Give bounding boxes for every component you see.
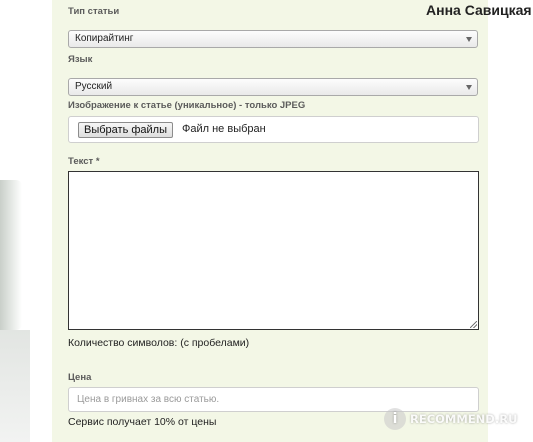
language-label: Язык: [68, 54, 93, 65]
service-fee-note: Сервис получает 10% от цены: [68, 416, 217, 428]
resize-handle-icon[interactable]: [470, 321, 477, 328]
article-text-area[interactable]: [68, 171, 479, 330]
text-label: Текст *: [68, 156, 100, 167]
user-name[interactable]: Анна Савицкая: [426, 2, 532, 18]
article-type-value: Копирайтинг: [75, 33, 134, 44]
chevron-down-icon: [466, 85, 472, 90]
article-type-select[interactable]: Копирайтинг: [68, 30, 478, 48]
language-value: Русский: [75, 81, 113, 92]
background-photo-edge: [0, 0, 52, 442]
photo-fragment: [0, 180, 22, 330]
image-label: Изображение к статье (уникальное) - толь…: [68, 100, 306, 111]
chevron-down-icon: [466, 37, 472, 42]
article-type-label: Тип статьи: [68, 6, 120, 17]
price-label: Цена: [68, 372, 92, 383]
watermark: i RECOMMEND.RU: [384, 404, 517, 434]
choose-files-button[interactable]: Выбрать файлы: [78, 122, 173, 138]
photo-fragment: [0, 330, 30, 442]
char-count-text: Количество символов: (с пробелами): [68, 337, 250, 349]
image-file-field: Выбрать файлы Файл не выбран: [68, 116, 479, 143]
file-status-text: Файл не выбран: [182, 123, 266, 135]
language-select[interactable]: Русский: [68, 78, 478, 96]
watermark-text: RECOMMEND.RU: [410, 412, 518, 426]
recommend-logo-icon: i: [384, 408, 406, 430]
